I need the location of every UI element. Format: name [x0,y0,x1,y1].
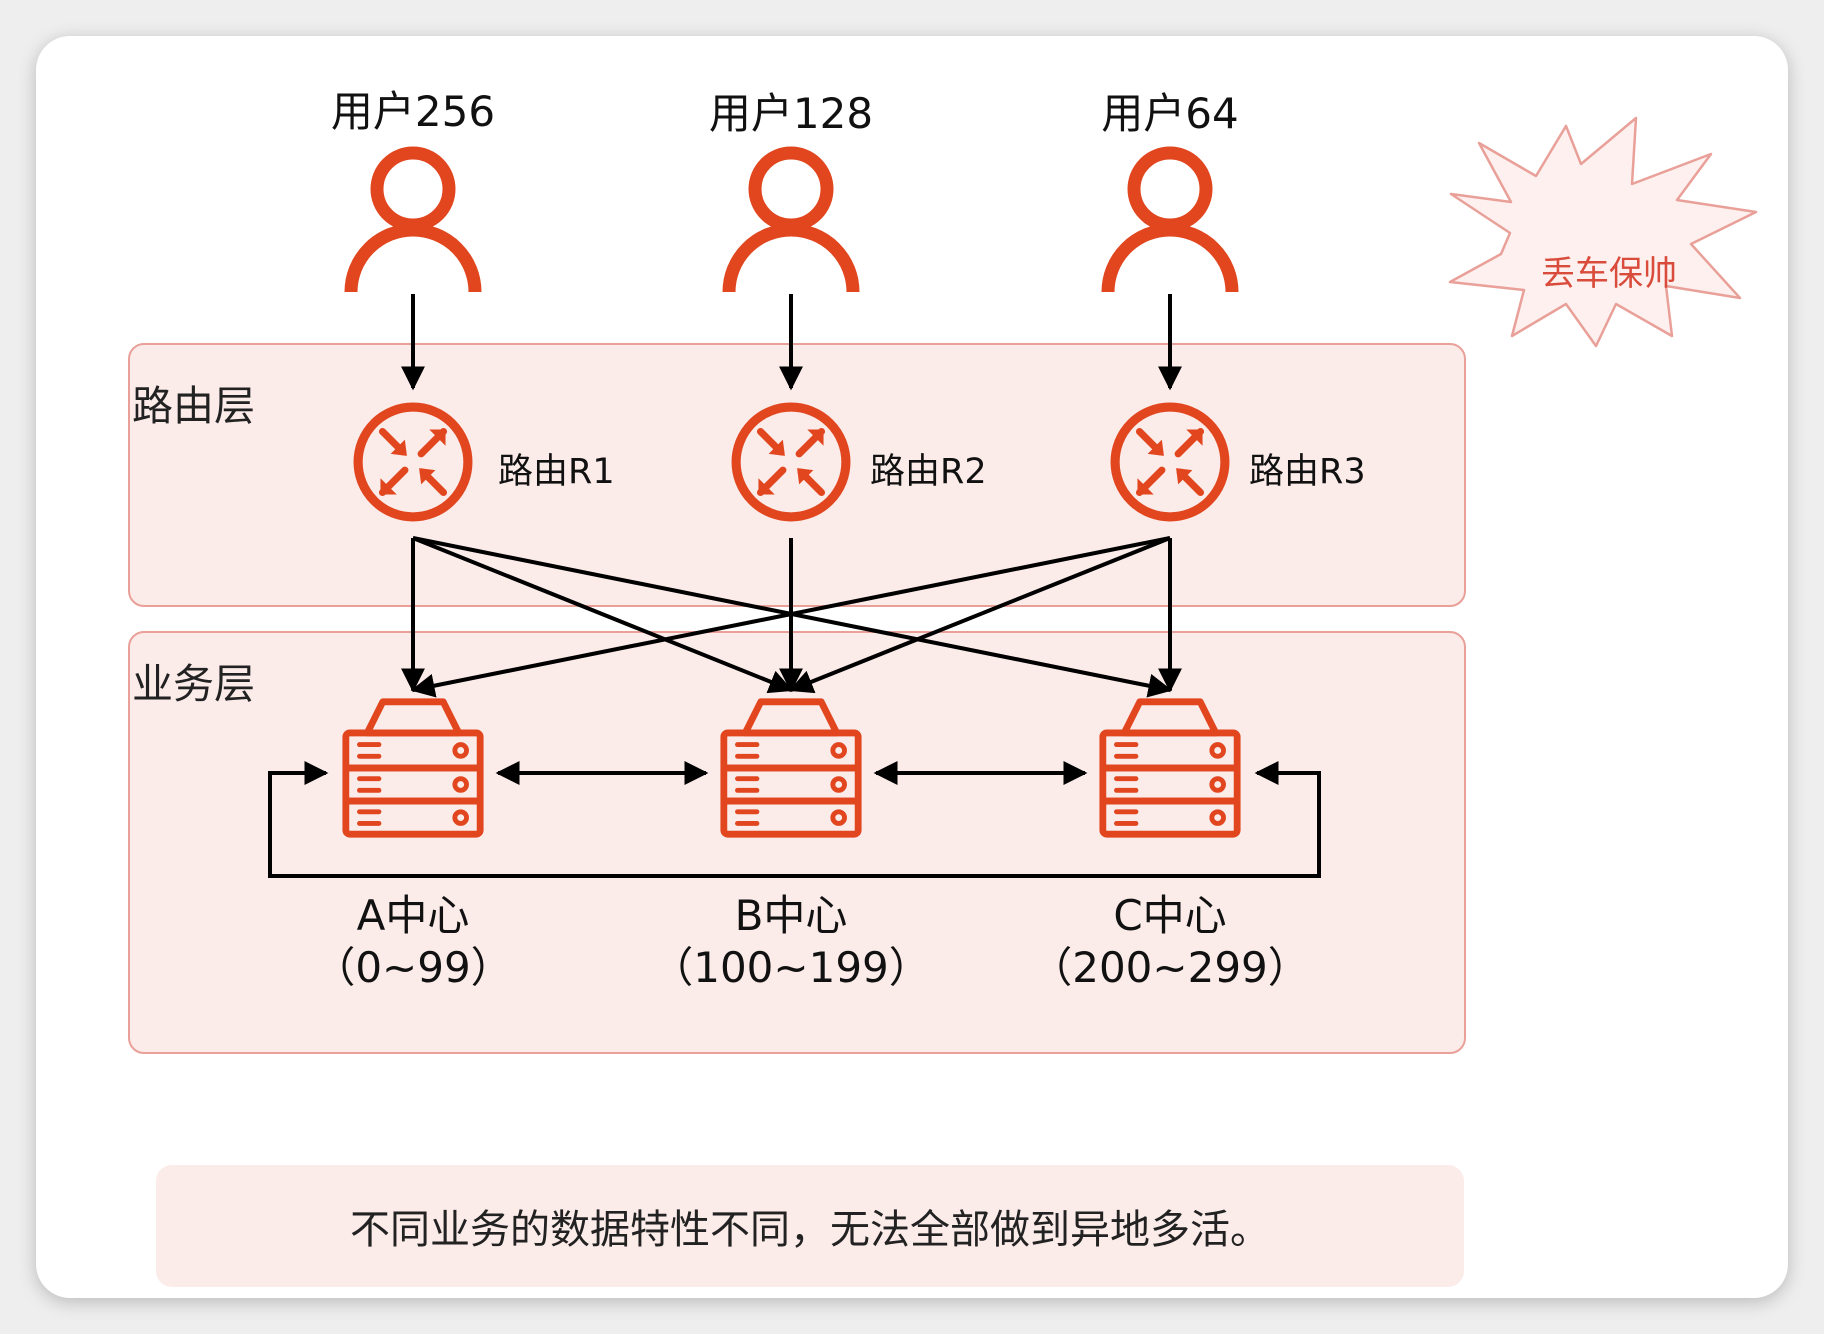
note-text: 不同业务的数据特性不同，无法全部做到异地多活。 [350,1207,1270,1253]
user-label-128: 用户128 [708,89,874,138]
center-name: C中心 [1113,891,1227,940]
router-icon [736,407,846,517]
center-range: （200~299） [1030,943,1310,992]
server-icon [1103,702,1237,834]
router-label-r3: 路由R3 [1249,452,1366,492]
badge-text: 丢车保帅 [1541,254,1677,294]
center-name: A中心 [356,891,470,940]
user-icon [722,146,860,293]
starburst-icon [1448,116,1758,348]
user-label-64: 用户64 [1101,89,1239,138]
center-label-b: B中心 （100~199） [621,890,961,994]
user-icon [1101,146,1239,293]
server-icon [724,702,858,834]
sync-arrow-a-c [268,761,1321,878]
router-icon [358,407,468,517]
center-name: B中心 [734,891,848,940]
router-label-r1: 路由R1 [498,452,615,492]
center-label-a: A中心 （0~99） [243,890,583,994]
center-range: （100~199） [651,943,931,992]
route-arrow [412,536,794,694]
center-range: （0~99） [313,943,513,992]
center-label-c: C中心 （200~299） [1000,890,1340,994]
note-banner: 不同业务的数据特性不同，无法全部做到异地多活。 [156,1165,1464,1287]
user-label-256: 用户256 [330,87,496,136]
user-icon [344,146,482,293]
architecture-diagram [268,116,1758,878]
slide-card: 路由层 业务层 用户256 用户128 用户64 路由R1 路由R2 路由R3 … [36,36,1788,1298]
server-icon [346,702,480,834]
router-icon [1115,407,1225,517]
route-arrow [788,536,1171,694]
router-label-r2: 路由R2 [870,452,987,492]
